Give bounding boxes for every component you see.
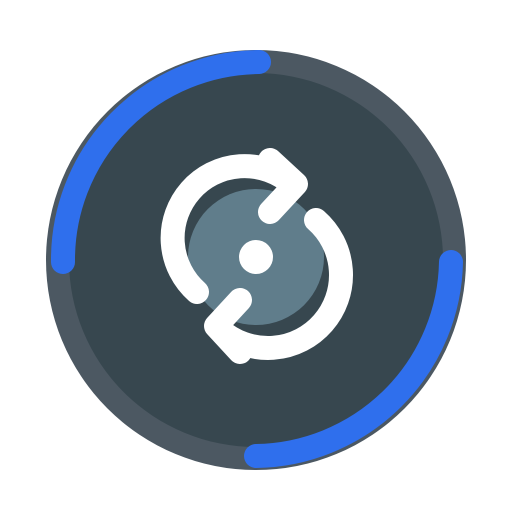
app-icon [0,0,512,512]
sync-icon-graphic [46,50,466,470]
center-dot [239,240,273,274]
